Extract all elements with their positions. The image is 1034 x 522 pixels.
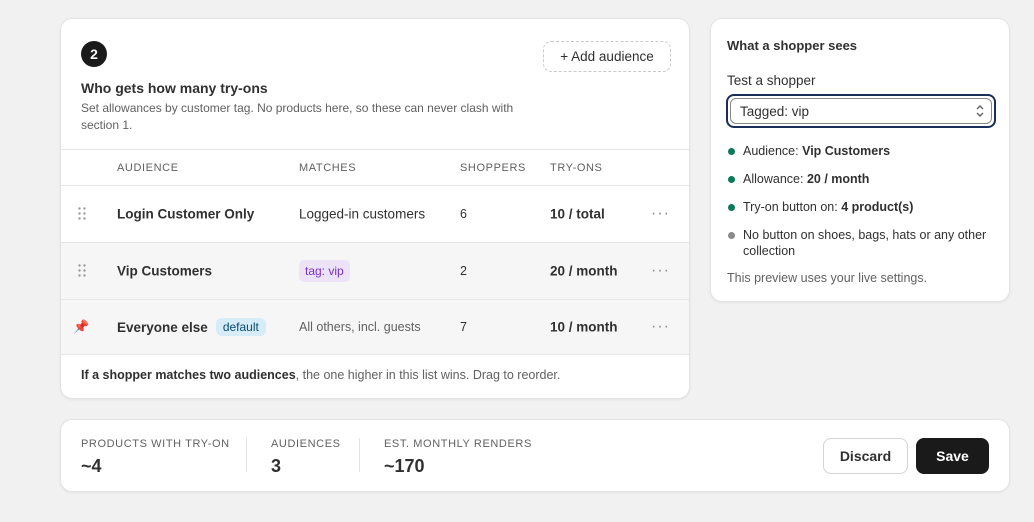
test-shopper-select[interactable]: Tagged: vip (726, 94, 996, 128)
column-header-shoppers: SHOPPERS (460, 162, 526, 174)
more-horizontal-icon[interactable]: ··· (651, 262, 670, 280)
preview-note: This preview uses your live settings. (727, 271, 928, 285)
list-item: Try-on button on: 4 product(s) (727, 199, 997, 215)
status-dot-icon (728, 148, 735, 155)
audience-name: Vip Customers (117, 263, 213, 279)
list-item: Audience: Vip Customers (727, 143, 997, 159)
shopper-preview-card: What a shopper sees Test a shopper Tagge… (710, 18, 1010, 302)
shopper-count: 2 (460, 264, 467, 278)
tryon-allowance: 10 / total (550, 206, 605, 222)
test-shopper-select-inner[interactable]: Tagged: vip (730, 98, 992, 124)
stat-monthly-renders: EST. MONTHLY RENDERS ~170 (384, 438, 532, 477)
column-header-tryons: TRY-ONS (550, 162, 603, 174)
shopper-count: 7 (460, 320, 467, 334)
stat-divider (246, 438, 247, 472)
save-button[interactable]: Save (916, 438, 989, 474)
audience-name-cell: Everyone else default (117, 318, 266, 336)
stat-label: EST. MONTHLY RENDERS (384, 438, 532, 450)
drag-handle-icon[interactable] (78, 207, 88, 221)
default-badge: default (215, 318, 266, 336)
status-dot-icon (728, 204, 735, 211)
chevron-up-down-icon (975, 104, 985, 123)
column-header-matches: MATCHES (299, 162, 357, 174)
preview-title: What a shopper sees (727, 38, 858, 53)
audiences-table: AUDIENCE MATCHES SHOPPERS TRY-ONS Login … (61, 149, 689, 355)
table-row[interactable]: 📌 Everyone else default All others, incl.… (61, 300, 689, 355)
stat-audiences: AUDIENCES 3 (271, 438, 341, 477)
pin-icon: 📌 (73, 319, 90, 334)
table-row[interactable]: Vip Customers tag: vip 2 20 / month ··· (61, 243, 689, 300)
tryon-allowance: 10 / month (550, 319, 618, 335)
list-item: No button on shoes, bags, hats or any ot… (727, 227, 997, 259)
stat-value: ~4 (81, 456, 102, 476)
tryon-allowance: 20 / month (550, 263, 618, 279)
footnote-bold: If a shopper matches two audiences (81, 368, 296, 382)
stat-value: ~170 (384, 456, 425, 476)
more-horizontal-icon[interactable]: ··· (651, 205, 670, 223)
audience-match: All others, incl. guests (299, 320, 421, 334)
stat-divider (359, 438, 360, 472)
drag-handle-icon[interactable] (78, 264, 88, 278)
section-title: Who gets how many try-ons (81, 80, 268, 96)
table-row[interactable]: Login Customer Only Logged-in customers … (61, 186, 689, 243)
stat-value: 3 (271, 456, 282, 476)
audience-match: Logged-in customers (299, 206, 426, 222)
discard-button[interactable]: Discard (823, 438, 908, 474)
stat-label: PRODUCTS WITH TRY-ON (81, 438, 230, 450)
more-horizontal-icon[interactable]: ··· (651, 318, 670, 336)
shopper-count: 6 (460, 207, 467, 221)
test-shopper-label: Test a shopper (727, 73, 816, 88)
stat-products-with-tryon: PRODUCTS WITH TRY-ON ~4 (81, 438, 230, 477)
list-item: Allowance: 20 / month (727, 171, 997, 187)
stat-label: AUDIENCES (271, 438, 341, 450)
add-audience-button[interactable]: + Add audience (543, 41, 671, 72)
step-number-badge: 2 (81, 41, 107, 67)
preview-results-list: Audience: Vip Customers Allowance: 20 / … (727, 143, 997, 271)
tag-chip: tag: vip (299, 260, 350, 282)
test-shopper-selected-value: Tagged: vip (740, 103, 810, 119)
status-dot-icon (728, 232, 735, 239)
summary-stats-bar: PRODUCTS WITH TRY-ON ~4 AUDIENCES 3 EST.… (60, 419, 1010, 492)
audiences-card: 2 Who gets how many try-ons Set allowanc… (60, 18, 690, 399)
footnote-rest: , the one higher in this list wins. Drag… (295, 368, 561, 382)
column-header-audience: AUDIENCE (117, 162, 179, 174)
section-description: Set allowances by customer tag. No produ… (81, 101, 514, 132)
priority-footnote: If a shopper matches two audiences, the … (81, 368, 560, 382)
audience-name: Login Customer Only (117, 206, 255, 222)
status-dot-icon (728, 176, 735, 183)
table-header: AUDIENCE MATCHES SHOPPERS TRY-ONS (61, 149, 689, 186)
audience-name: Everyone else (117, 320, 208, 335)
